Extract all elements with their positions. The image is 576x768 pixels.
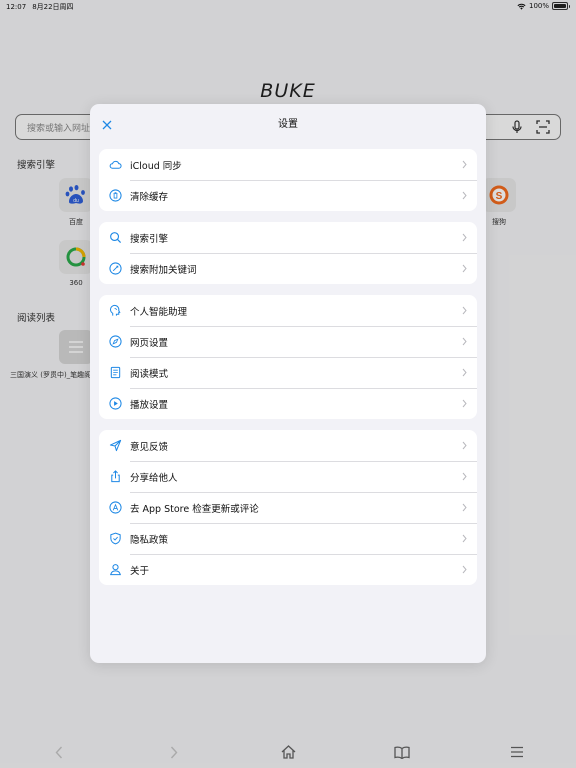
- row-label: 个人智能助理: [130, 307, 188, 318]
- trash-icon: [109, 189, 122, 202]
- menu-button[interactable]: [507, 742, 527, 762]
- settings-row-web-settings[interactable]: 网页设置: [99, 326, 477, 357]
- chevron-right-icon: [462, 534, 467, 543]
- settings-row-share[interactable]: 分享给他人: [99, 461, 477, 492]
- back-button[interactable]: [49, 742, 69, 762]
- chevron-right-icon: [462, 337, 467, 346]
- row-label: 搜索附加关键词: [130, 265, 197, 276]
- home-icon: [281, 745, 295, 759]
- brain-icon: [110, 304, 121, 316]
- menu-icon: [511, 746, 523, 758]
- settings-row-feedback[interactable]: 意见反馈: [99, 430, 477, 461]
- chevron-right-icon: [462, 264, 467, 273]
- settings-group-about: 意见反馈 分享给他人 去 App Store 检查更新或评论 隐私政策 关于: [99, 430, 477, 585]
- chevron-right-icon: [462, 399, 467, 408]
- document-icon: [110, 366, 121, 379]
- home-button[interactable]: [278, 742, 298, 762]
- chevron-right-icon: [462, 191, 467, 200]
- shield-check-icon: [110, 532, 121, 545]
- settings-row-icloud-sync[interactable]: iCloud 同步: [99, 149, 477, 180]
- row-label: 分享给他人: [130, 473, 178, 484]
- settings-row-clear-cache[interactable]: 清除缓存: [99, 180, 477, 211]
- row-label: 意见反馈: [130, 442, 169, 453]
- row-label: 阅读模式: [130, 369, 169, 380]
- settings-group-search: 搜索引擎 搜索附加关键词: [99, 222, 477, 284]
- back-icon: [55, 746, 63, 758]
- share-icon: [111, 470, 120, 483]
- chevron-right-icon: [462, 233, 467, 242]
- bottom-toolbar: [0, 736, 576, 768]
- row-label: iCloud 同步: [130, 161, 182, 172]
- settings-group-features: 个人智能助理 网页设置 阅读模式 播放设置: [99, 295, 477, 419]
- chevron-right-icon: [462, 503, 467, 512]
- row-label: 网页设置: [130, 338, 169, 349]
- settings-row-reading-mode[interactable]: 阅读模式: [99, 357, 477, 388]
- settings-header: 设置: [90, 104, 486, 140]
- chevron-right-icon: [462, 441, 467, 450]
- row-label: 清除缓存: [130, 192, 169, 203]
- settings-row-assistant[interactable]: 个人智能助理: [99, 295, 477, 326]
- row-label: 去 App Store 检查更新或评论: [130, 504, 259, 515]
- paper-plane-icon: [109, 439, 122, 452]
- settings-row-playback[interactable]: 播放设置: [99, 388, 477, 419]
- settings-row-search-keywords[interactable]: 搜索附加关键词: [99, 253, 477, 284]
- row-label: 播放设置: [130, 400, 169, 411]
- search-icon: [110, 232, 122, 244]
- bookmarks-button[interactable]: [392, 742, 412, 762]
- chevron-right-icon: [462, 472, 467, 481]
- chevron-right-icon: [462, 368, 467, 377]
- play-icon: [109, 397, 122, 410]
- settings-group-sync: iCloud 同步 清除缓存: [99, 149, 477, 211]
- compass-icon: [109, 335, 122, 348]
- row-label: 关于: [130, 566, 150, 577]
- tag-icon: [109, 262, 122, 275]
- app-store-icon: [109, 501, 122, 514]
- book-icon: [394, 746, 410, 759]
- cloud-icon: [109, 160, 122, 169]
- chevron-right-icon: [462, 565, 467, 574]
- settings-row-about[interactable]: 关于: [99, 554, 477, 585]
- forward-icon: [170, 746, 178, 758]
- settings-title: 设置: [278, 119, 298, 130]
- person-icon: [110, 564, 121, 576]
- chevron-right-icon: [462, 160, 467, 169]
- row-label: 隐私政策: [130, 535, 169, 546]
- chevron-right-icon: [462, 306, 467, 315]
- settings-row-privacy[interactable]: 隐私政策: [99, 523, 477, 554]
- settings-sheet: 设置 iCloud 同步 清除缓存 搜索引擎 搜索附加关键词 个人智能助理 网页…: [90, 104, 486, 663]
- settings-row-app-store[interactable]: 去 App Store 检查更新或评论: [99, 492, 477, 523]
- row-label: 搜索引擎: [130, 234, 169, 245]
- settings-row-search-engine[interactable]: 搜索引擎: [99, 222, 477, 253]
- forward-button[interactable]: [164, 742, 184, 762]
